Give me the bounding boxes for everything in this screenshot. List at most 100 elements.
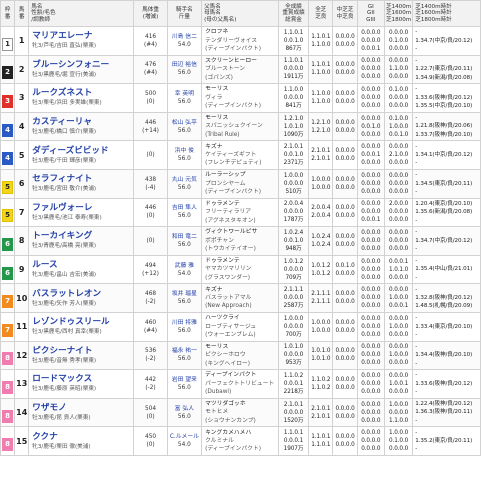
horse-name-link[interactable]: ルークズネスト: [32, 88, 133, 99]
dam-name: スパニッシュクイーン: [205, 123, 263, 130]
g2-record: 0.0.0.0: [361, 237, 381, 244]
g3-record: 0.0.0.0: [361, 388, 381, 395]
nakayama-all: 0.0.1.0: [335, 262, 355, 269]
horse-name-link[interactable]: ロードマックス: [32, 374, 133, 385]
best-1400: -: [415, 172, 418, 179]
nakayama-record: 0.0.0.0 0.0.0.0: [332, 311, 358, 342]
horse-name-link[interactable]: ピクシーナイト: [32, 346, 133, 357]
jockey-name[interactable]: 川田 将雅: [168, 319, 200, 327]
carried-weight: 54.0: [177, 41, 191, 48]
table-row: 6 9 ルース 牝3/鹿毛/畠山 吉宏(美浦) 494 (+12) 武藤 雅 54.…: [0, 254, 481, 285]
horse-name-link[interactable]: ダディーズビビッド: [32, 146, 133, 157]
weight-value: 536: [145, 348, 157, 355]
g3-record: 0.0.0.0: [361, 188, 381, 195]
horse-name-link[interactable]: トーカイキング: [32, 231, 133, 242]
dam-sire-name: (グラスワンダー): [205, 274, 251, 281]
best-time-cell: -1.32.8(阪神/良/20.12) 1.48.5(札幌/良/20.09): [412, 283, 481, 313]
record-graded: 0.0.0.0: [283, 409, 304, 416]
turf-all: 1.0.0.0: [311, 319, 331, 326]
g2-record: 0.0.0.0: [361, 266, 381, 273]
waku-cell: 1: [0, 26, 16, 56]
jockey-name[interactable]: 武藤 雅: [168, 262, 200, 270]
jockey-name[interactable]: 松山 弘平: [168, 119, 200, 127]
nakayama-all: 0.0.0.0: [335, 291, 355, 298]
best-1600: 1.34.7(中京/良/20.12): [415, 237, 473, 244]
g1-record: 0.0.0.0: [361, 344, 381, 351]
overall-record: 1.0.0.0 0.0.0.0 700万: [277, 311, 310, 342]
horse-name-link[interactable]: ブルーシンフォニー: [32, 60, 133, 71]
record-1800: 0.0.0.0: [388, 160, 409, 167]
weight-value: 446: [145, 205, 157, 212]
horse-name-link[interactable]: バスラットレオン: [32, 289, 133, 300]
nakayama-good: 0.0.0.0: [335, 156, 355, 163]
g1-record: 0.0.0.0: [361, 229, 381, 236]
pedigree-cell: スクリーンヒーロー ブルーストーン (ゴパンズ): [201, 54, 279, 85]
turf-record: 1.1.0.1 1.1.0.0: [308, 26, 334, 56]
horse-name-link[interactable]: ルース: [32, 260, 133, 271]
record-all: 1.1.0.2: [283, 372, 304, 379]
entry-table: 枠番 馬番 馬名 性齢/毛色/調教師 馬体重 (増減) 騎手名 斤量 父馬名 母馬名 (母…: [0, 0, 481, 456]
horse-number: 14: [14, 397, 30, 428]
nakayama-all: 0.0.0.0: [335, 434, 355, 441]
horse-name-link[interactable]: ククナ: [32, 432, 133, 443]
grade-record: 0.0.0.0 0.0.0.1 0.0.0.0: [356, 140, 385, 170]
g1-record: 0.0.0.0: [361, 401, 381, 408]
overall-record: 1.1.0.1 0.0.0.1 1907万: [277, 426, 310, 456]
horse-cell: レゾンドゥスリール 牡3/黒鹿毛/西村 真幸(栗東): [28, 311, 135, 342]
horse-name-link[interactable]: セラフィナイト: [32, 174, 133, 185]
dam-name: ローブティサージュ: [205, 323, 257, 330]
jockey-name[interactable]: 富 弘人: [168, 405, 200, 413]
horse-name-link[interactable]: カスティーリャ: [32, 117, 133, 128]
turf-good: 2.0.0.4: [311, 213, 331, 220]
record-graded: 0.0.0.1: [283, 438, 304, 445]
jockey-name[interactable]: 田辺 裕信: [168, 61, 200, 69]
waku-cell: 4: [0, 111, 16, 142]
best-1800: 1.35.5(中京/良/20.10): [415, 103, 473, 110]
header-waku: 枠番: [0, 0, 16, 27]
horse-profile: 牝3/芦毛/吉田 直弘(栗東): [32, 43, 97, 50]
sire-name: キズナ: [205, 286, 223, 293]
horse-cell: マリアエレーナ 牝3/芦毛/吉田 直弘(栗東): [28, 26, 135, 56]
g2-record: 0.0.0.0: [361, 352, 381, 359]
record-all: 1.0.1.0: [283, 344, 304, 351]
best-1600: 1.22.7(東京/良/20.11): [415, 66, 473, 73]
jockey-name[interactable]: 川島 信二: [168, 33, 200, 41]
nakayama-record: 0.0.0.0 0.0.0.0: [332, 111, 358, 142]
jockey-name[interactable]: 吉田 隼人: [168, 204, 200, 212]
table-row: 4 4 カスティーリャ 牡3/鹿毛/橋口 慎介(栗東) 446 (+14) 松山 …: [0, 111, 481, 142]
jockey-name[interactable]: 浜中 俊: [168, 147, 200, 155]
total-prize: 867万: [285, 45, 302, 52]
horse-cell: ファルヴォーレ 牡3/黒鹿毛/池江 泰寿(栗東): [28, 197, 135, 228]
grade-record: 0.0.0.0 0.0.0.0 0.0.0.0: [356, 226, 385, 256]
waku-badge: 1: [2, 37, 14, 51]
horse-name-link[interactable]: ファルヴォーレ: [32, 203, 133, 214]
nakayama-good: 0.0.0.0: [335, 184, 355, 191]
body-weight: 446 (0): [133, 197, 168, 228]
turf-record: 1.0.1.0 1.0.1.0: [308, 340, 334, 371]
dam-sire-name: (New Approach): [205, 303, 252, 310]
jockey-name[interactable]: 岩田 望来: [168, 376, 200, 384]
horse-name-link[interactable]: レゾンドゥスリール: [32, 317, 133, 328]
distance-record: 1.0.0.0 0.0.0.0 1.1.0.0: [383, 397, 414, 428]
jockey-name[interactable]: 幸 英明: [168, 90, 200, 98]
nakayama-good: 0.0.0.0: [335, 98, 355, 105]
jockey-name[interactable]: 丸山 元気: [168, 176, 200, 184]
weight-value: 500: [145, 90, 157, 97]
jockey-name[interactable]: 坂井 瑠星: [168, 290, 200, 298]
record-1600: 2.1.0.0: [388, 152, 409, 159]
total-prize: 1787万: [283, 217, 304, 224]
horse-cell: ルークズネスト 牡3/栗毛/浜田 多実雄(栗東): [28, 83, 135, 113]
turf-all: 1.1.0.0: [311, 90, 331, 97]
horse-name-link[interactable]: ワザモノ: [32, 403, 133, 414]
jockey-name[interactable]: 福永 祐一: [168, 347, 200, 355]
best-1600: 1.33.6(阪神/良/20.12): [415, 380, 473, 387]
jockey-name[interactable]: 和田 竜二: [168, 233, 200, 241]
nakayama-record: 0.0.0.0 0.0.0.0: [332, 140, 358, 170]
jockey-name[interactable]: C.ルメール: [168, 433, 200, 441]
horse-name-link[interactable]: マリアエレーナ: [32, 31, 133, 42]
horse-number: 1: [14, 26, 30, 56]
record-1600: 0.0.0.0: [388, 209, 409, 216]
total-prize: 510万: [285, 188, 302, 195]
table-header: 枠番 馬番 馬名 性齢/毛色/調教師 馬体重 (増減) 騎手名 斤量 父馬名 母馬名 (母…: [0, 0, 481, 27]
body-weight: (0): [133, 226, 168, 256]
